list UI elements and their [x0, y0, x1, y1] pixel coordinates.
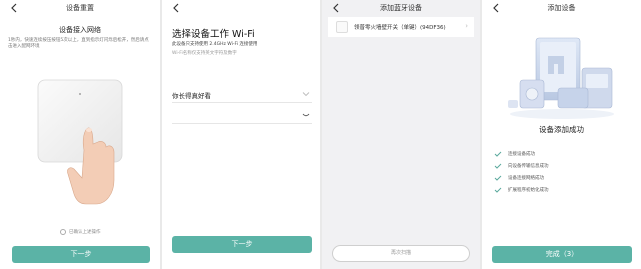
add-device-success-screen: 添加设备 设备添加成功 连接设备成功 向设备传输信息成功 设备连接网络成功 扩展… [482, 0, 641, 269]
list-item: 向设备传输信息成功 [494, 160, 549, 172]
chevron-right-icon: › [465, 22, 468, 30]
top-bar: 设备重置 [0, 0, 160, 15]
top-bar [162, 0, 320, 15]
confirm-label: 已确认上述操作 [69, 230, 101, 235]
chevron-down-icon[interactable] [302, 91, 310, 97]
wifi-hint-text: Wi-Fi名称仅支持英文字符及数字 [172, 51, 237, 56]
confirm-checkbox-row[interactable]: 已确认上述操作 [60, 229, 101, 235]
check-icon [494, 175, 502, 181]
step-label: 连接设备成功 [508, 152, 535, 157]
back-chevron-icon[interactable] [170, 2, 182, 14]
screen-title: 设备重置 [66, 4, 94, 12]
section-title: 设备接入网络 [59, 26, 101, 34]
check-icon [494, 187, 502, 193]
device-reset-screen: 设备重置 设备接入网络 1秒内，快速连续按压按钮5次以上，直到指示灯闪烁后松开，… [0, 0, 160, 269]
device-thumbnail [336, 21, 348, 33]
list-item: 设备连接网络成功 [494, 172, 549, 184]
check-icon [494, 151, 502, 157]
step-label: 设备连接网络成功 [508, 176, 544, 181]
next-button[interactable]: 下一步 [12, 246, 150, 263]
wifi-select-screen: 选择设备工作 Wi-Fi 此设备只支持使用 2.4GHz Wi-Fi 连接使用 … [162, 0, 320, 269]
rescan-button[interactable]: 再次扫描 [332, 245, 470, 262]
device-name: 领普零火墙壁开关（单键）(94DF36) [354, 25, 446, 31]
page-heading: 选择设备工作 Wi-Fi [172, 29, 255, 40]
wifi-password-field[interactable] [172, 106, 312, 124]
next-button[interactable]: 下一步 [172, 236, 312, 253]
progress-step-list: 连接设备成功 向设备传输信息成功 设备连接网络成功 扩展程序初始化成功 [494, 148, 549, 196]
list-item: 扩展程序初始化成功 [494, 184, 549, 196]
device-list-item[interactable]: 领普零火墙壁开关（单键）(94DF36) › [328, 17, 474, 37]
wifi-name-field[interactable]: 你长得真好看 [172, 85, 312, 103]
top-bar: 添加设备 [482, 0, 641, 15]
step-label: 扩展程序初始化成功 [508, 188, 549, 193]
screen-title: 添加蓝牙设备 [380, 4, 422, 12]
screen-title: 添加设备 [547, 4, 576, 12]
top-bar: 添加蓝牙设备 [322, 0, 480, 15]
switch-press-illustration [37, 79, 123, 205]
list-item: 连接设备成功 [494, 148, 549, 160]
check-icon [494, 163, 502, 169]
wifi-name-value: 你长得真好看 [172, 92, 211, 100]
instruction-text: 1秒内，快速连续按压按钮5次以上，直到指示灯闪烁后松开，然后请点击进入配网环境 [8, 38, 149, 49]
success-title: 设备添加成功 [539, 125, 584, 134]
smart-home-devices-illustration [508, 37, 614, 119]
wifi-requirement-text: 此设备只支持使用 2.4GHz Wi-Fi 连接使用 [172, 42, 258, 47]
done-button[interactable]: 完成（3） [492, 246, 632, 263]
confirm-radio[interactable] [60, 229, 66, 235]
eye-closed-icon[interactable] [302, 112, 310, 118]
step-label: 向设备传输信息成功 [508, 164, 549, 169]
add-bluetooth-device-screen: 添加蓝牙设备 领普零火墙壁开关（单键）(94DF36) › 再次扫描 [322, 0, 480, 269]
